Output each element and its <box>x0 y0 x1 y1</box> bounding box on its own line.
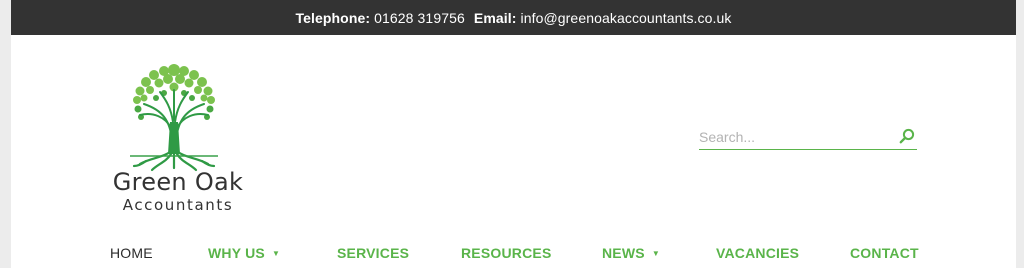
contact-bar: Telephone: 01628 319756 Email: info@gree… <box>11 0 1016 35</box>
logo-wordmark: Green Oak <box>112 168 244 196</box>
email-link[interactable]: info@greenoakaccountants.co.uk <box>521 10 732 26</box>
nav-contact[interactable]: CONTACT <box>850 245 919 261</box>
nav-resources-label: RESOURCES <box>461 245 552 261</box>
nav-vacancies-label: VACANCIES <box>716 245 800 261</box>
nav-services-label: SERVICES <box>337 245 410 261</box>
site-header: Green Oak Accountants HOME WHY US ▼ SERVI… <box>11 35 1016 268</box>
oak-tree-icon <box>130 64 218 172</box>
search-box <box>699 125 917 150</box>
nav-resources[interactable]: RESOURCES <box>461 245 551 261</box>
telephone-link[interactable]: 01628 319756 <box>374 10 465 26</box>
search-icon[interactable] <box>899 128 915 144</box>
main-navigation: HOME WHY US ▼ SERVICES RESOURCES NEWS ▼ VA… <box>11 240 1016 268</box>
search-input[interactable] <box>699 127 889 147</box>
nav-home[interactable]: HOME <box>110 245 153 261</box>
nav-why-us-label: WHY US <box>208 245 265 261</box>
nav-vacancies[interactable]: VACANCIES <box>716 245 799 261</box>
site-logo[interactable]: Green Oak Accountants <box>106 60 256 220</box>
nav-services[interactable]: SERVICES <box>337 245 409 261</box>
email-label: Email: <box>473 9 517 26</box>
nav-news-label: NEWS <box>602 245 645 261</box>
nav-home-label: HOME <box>110 245 153 261</box>
caret-down-icon: ▼ <box>271 249 281 258</box>
nav-news[interactable]: NEWS ▼ <box>602 245 660 261</box>
caret-down-icon: ▼ <box>651 249 660 258</box>
nav-why-us[interactable]: WHY US ▼ <box>208 245 280 261</box>
nav-contact-label: CONTACT <box>850 245 919 261</box>
logo-subtitle: Accountants <box>122 196 234 214</box>
telephone-label: Telephone: <box>295 9 371 26</box>
